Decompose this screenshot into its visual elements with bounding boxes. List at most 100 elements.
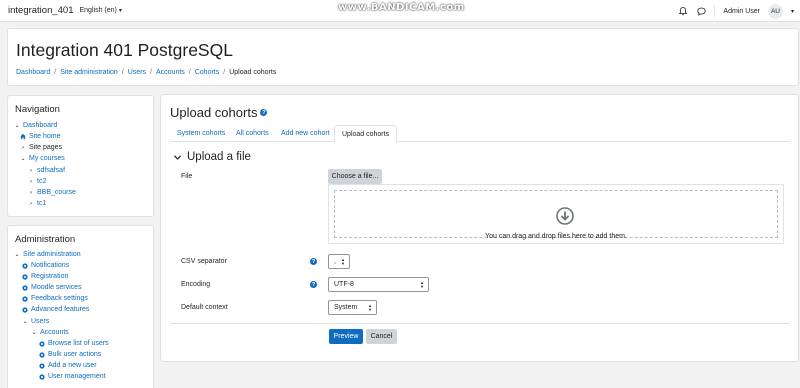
nav-item-site-pages[interactable]: › Site pages xyxy=(20,144,62,151)
preview-button[interactable]: Preview xyxy=(329,329,363,344)
file-label: File xyxy=(181,173,193,180)
dropzone-border: You can drag and drop files here to add … xyxy=(334,190,778,240)
admin-item-notifications[interactable]: Notifications xyxy=(22,262,69,269)
admin-item-user-management[interactable]: User management xyxy=(39,373,106,380)
chevron-down-icon: ▾ xyxy=(118,8,122,14)
admin-item-users[interactable]: ⌄ Users xyxy=(22,318,49,325)
breadcrumb-accounts[interactable]: Accounts xyxy=(156,69,185,76)
chevron-down-icon: ⌄ xyxy=(14,123,20,129)
download-arrow-icon xyxy=(556,207,574,227)
nav-item-label: Site pages xyxy=(29,144,63,151)
chevron-down-icon: ⌄ xyxy=(14,252,20,258)
user-name[interactable]: Admin User xyxy=(723,8,760,15)
nav-item-site-home[interactable]: Site home xyxy=(20,133,61,140)
breadcrumb-site-administration[interactable]: Site administration xyxy=(60,69,118,76)
nav-item-dashboard[interactable]: ⌄ Dashboard xyxy=(14,122,57,129)
help-icon[interactable]: ? xyxy=(310,281,317,288)
default-context-label: Default context xyxy=(181,304,228,311)
nav-item-my-courses[interactable]: ⌄ My courses xyxy=(20,155,64,162)
form-divider xyxy=(170,323,790,324)
admin-item-label: Feedback settings xyxy=(31,295,88,302)
breadcrumb-current: Upload cohorts xyxy=(229,69,277,76)
navbar-divider xyxy=(714,5,716,17)
navbar-right: Admin User AU ▾ xyxy=(678,0,794,22)
bell-icon[interactable] xyxy=(678,6,688,16)
breadcrumb-separator: / xyxy=(223,69,226,76)
cancel-button[interactable]: Cancel xyxy=(366,329,397,344)
tab-bar: System cohorts All cohorts Add new cohor… xyxy=(170,125,790,143)
csv-separator-value: , xyxy=(334,258,336,265)
chevron-down-icon: ⌄ xyxy=(22,319,28,325)
admin-item-add-new-user[interactable]: Add a new user xyxy=(39,362,97,369)
nav-item-course-bbb[interactable]: › BBB_course xyxy=(28,189,76,196)
navigation-block-title: Navigation xyxy=(15,104,60,115)
chevron-right-icon: › xyxy=(30,200,32,207)
nav-item-label: sdfsafsaf xyxy=(37,167,66,174)
breadcrumb-users[interactable]: Users xyxy=(128,69,146,76)
breadcrumb-cohorts[interactable]: Cohorts xyxy=(195,69,220,76)
top-navbar: integration_401 English (en) ▾ www.BANDI… xyxy=(0,0,800,22)
admin-item-feedback-settings[interactable]: Feedback settings xyxy=(22,295,88,302)
chevron-right-icon: › xyxy=(30,167,32,174)
tab-system-cohorts[interactable]: System cohorts xyxy=(170,125,232,142)
admin-item-moodle-services[interactable]: Moodle services xyxy=(22,284,82,291)
breadcrumb-separator: / xyxy=(121,69,124,76)
dropzone-text: You can drag and drop files here to add … xyxy=(485,233,627,240)
csv-separator-select[interactable]: , ▲ ▼ xyxy=(328,254,350,269)
admin-item-advanced-features[interactable]: Advanced features xyxy=(22,306,89,313)
default-context-select[interactable]: System ▲ ▼ xyxy=(328,300,377,315)
chevron-down-icon: ⌄ xyxy=(20,156,26,162)
encoding-select[interactable]: UTF-8 ▲ ▼ xyxy=(328,277,429,292)
chevron-down-icon[interactable]: ▾ xyxy=(791,8,794,15)
home-icon xyxy=(20,133,26,140)
chevron-down-icon: ⌄ xyxy=(31,330,37,336)
nav-item-label: Dashboard xyxy=(23,122,58,129)
avatar[interactable]: AU xyxy=(767,3,783,19)
admin-item-bulk-user-actions[interactable]: Bulk user actions xyxy=(39,351,101,358)
page-header: Integration 401 PostgreSQL Dashboard / S… xyxy=(7,28,799,86)
encoding-label: Encoding xyxy=(181,281,211,288)
admin-item-label: Add a new user xyxy=(48,362,97,369)
administration-block-title: Administration xyxy=(15,234,76,245)
gear-icon xyxy=(39,351,45,358)
admin-item-registration[interactable]: Registration xyxy=(22,273,68,280)
select-arrows-icon: ▲ ▼ xyxy=(341,257,345,266)
admin-item-label: Accounts xyxy=(40,329,69,336)
help-icon[interactable]: ? xyxy=(310,258,317,265)
nav-item-course-sdfsafsaf[interactable]: › sdfsafsaf xyxy=(28,167,65,174)
nav-item-course-tc2[interactable]: › tc2 xyxy=(28,178,46,185)
breadcrumb-dashboard[interactable]: Dashboard xyxy=(16,69,50,76)
tab-upload-cohorts[interactable]: Upload cohorts xyxy=(334,125,398,143)
admin-item-label: Bulk user actions xyxy=(48,351,102,358)
site-name-link[interactable]: integration_401 xyxy=(8,5,74,16)
admin-item-accounts[interactable]: ⌄ Accounts xyxy=(31,329,69,336)
admin-item-site-administration[interactable]: ⌄ Site administration xyxy=(14,251,81,258)
chevron-down-icon xyxy=(174,153,181,162)
page-title: Integration 401 PostgreSQL xyxy=(16,40,233,60)
encoding-value: UTF-8 xyxy=(334,281,354,288)
language-menu[interactable]: English (en) ▾ xyxy=(80,7,122,14)
tab-add-new-cohort[interactable]: Add new cohort xyxy=(274,125,337,142)
main-title-text: Upload cohorts xyxy=(170,105,258,120)
admin-item-label: Site administration xyxy=(23,251,81,258)
main-content: Upload cohorts ? System cohorts All coho… xyxy=(160,94,799,362)
gear-icon xyxy=(39,340,45,347)
admin-item-label: Registration xyxy=(31,273,69,280)
gear-icon xyxy=(22,262,28,269)
breadcrumb-separator: / xyxy=(54,69,57,76)
chevron-right-icon: › xyxy=(30,189,32,196)
main-title: Upload cohorts ? xyxy=(170,105,268,120)
nav-item-course-tc1[interactable]: › tc1 xyxy=(28,200,46,207)
administration-block: Administration ⌄ Site administration Not… xyxy=(7,225,154,388)
tab-all-cohorts[interactable]: All cohorts xyxy=(229,125,276,142)
file-dropzone[interactable]: You can drag and drop files here to add … xyxy=(328,184,784,244)
admin-item-label: Advanced features xyxy=(31,306,90,313)
gear-icon xyxy=(22,284,28,291)
section-upload-file[interactable]: Upload a file xyxy=(174,151,251,163)
gear-icon xyxy=(39,373,45,380)
choose-file-button[interactable]: Choose a file... xyxy=(328,169,382,184)
admin-item-browse-users[interactable]: Browse list of users xyxy=(39,340,109,347)
message-icon[interactable] xyxy=(696,6,706,16)
help-icon[interactable]: ? xyxy=(260,109,268,116)
section-title: Upload a file xyxy=(187,151,251,163)
